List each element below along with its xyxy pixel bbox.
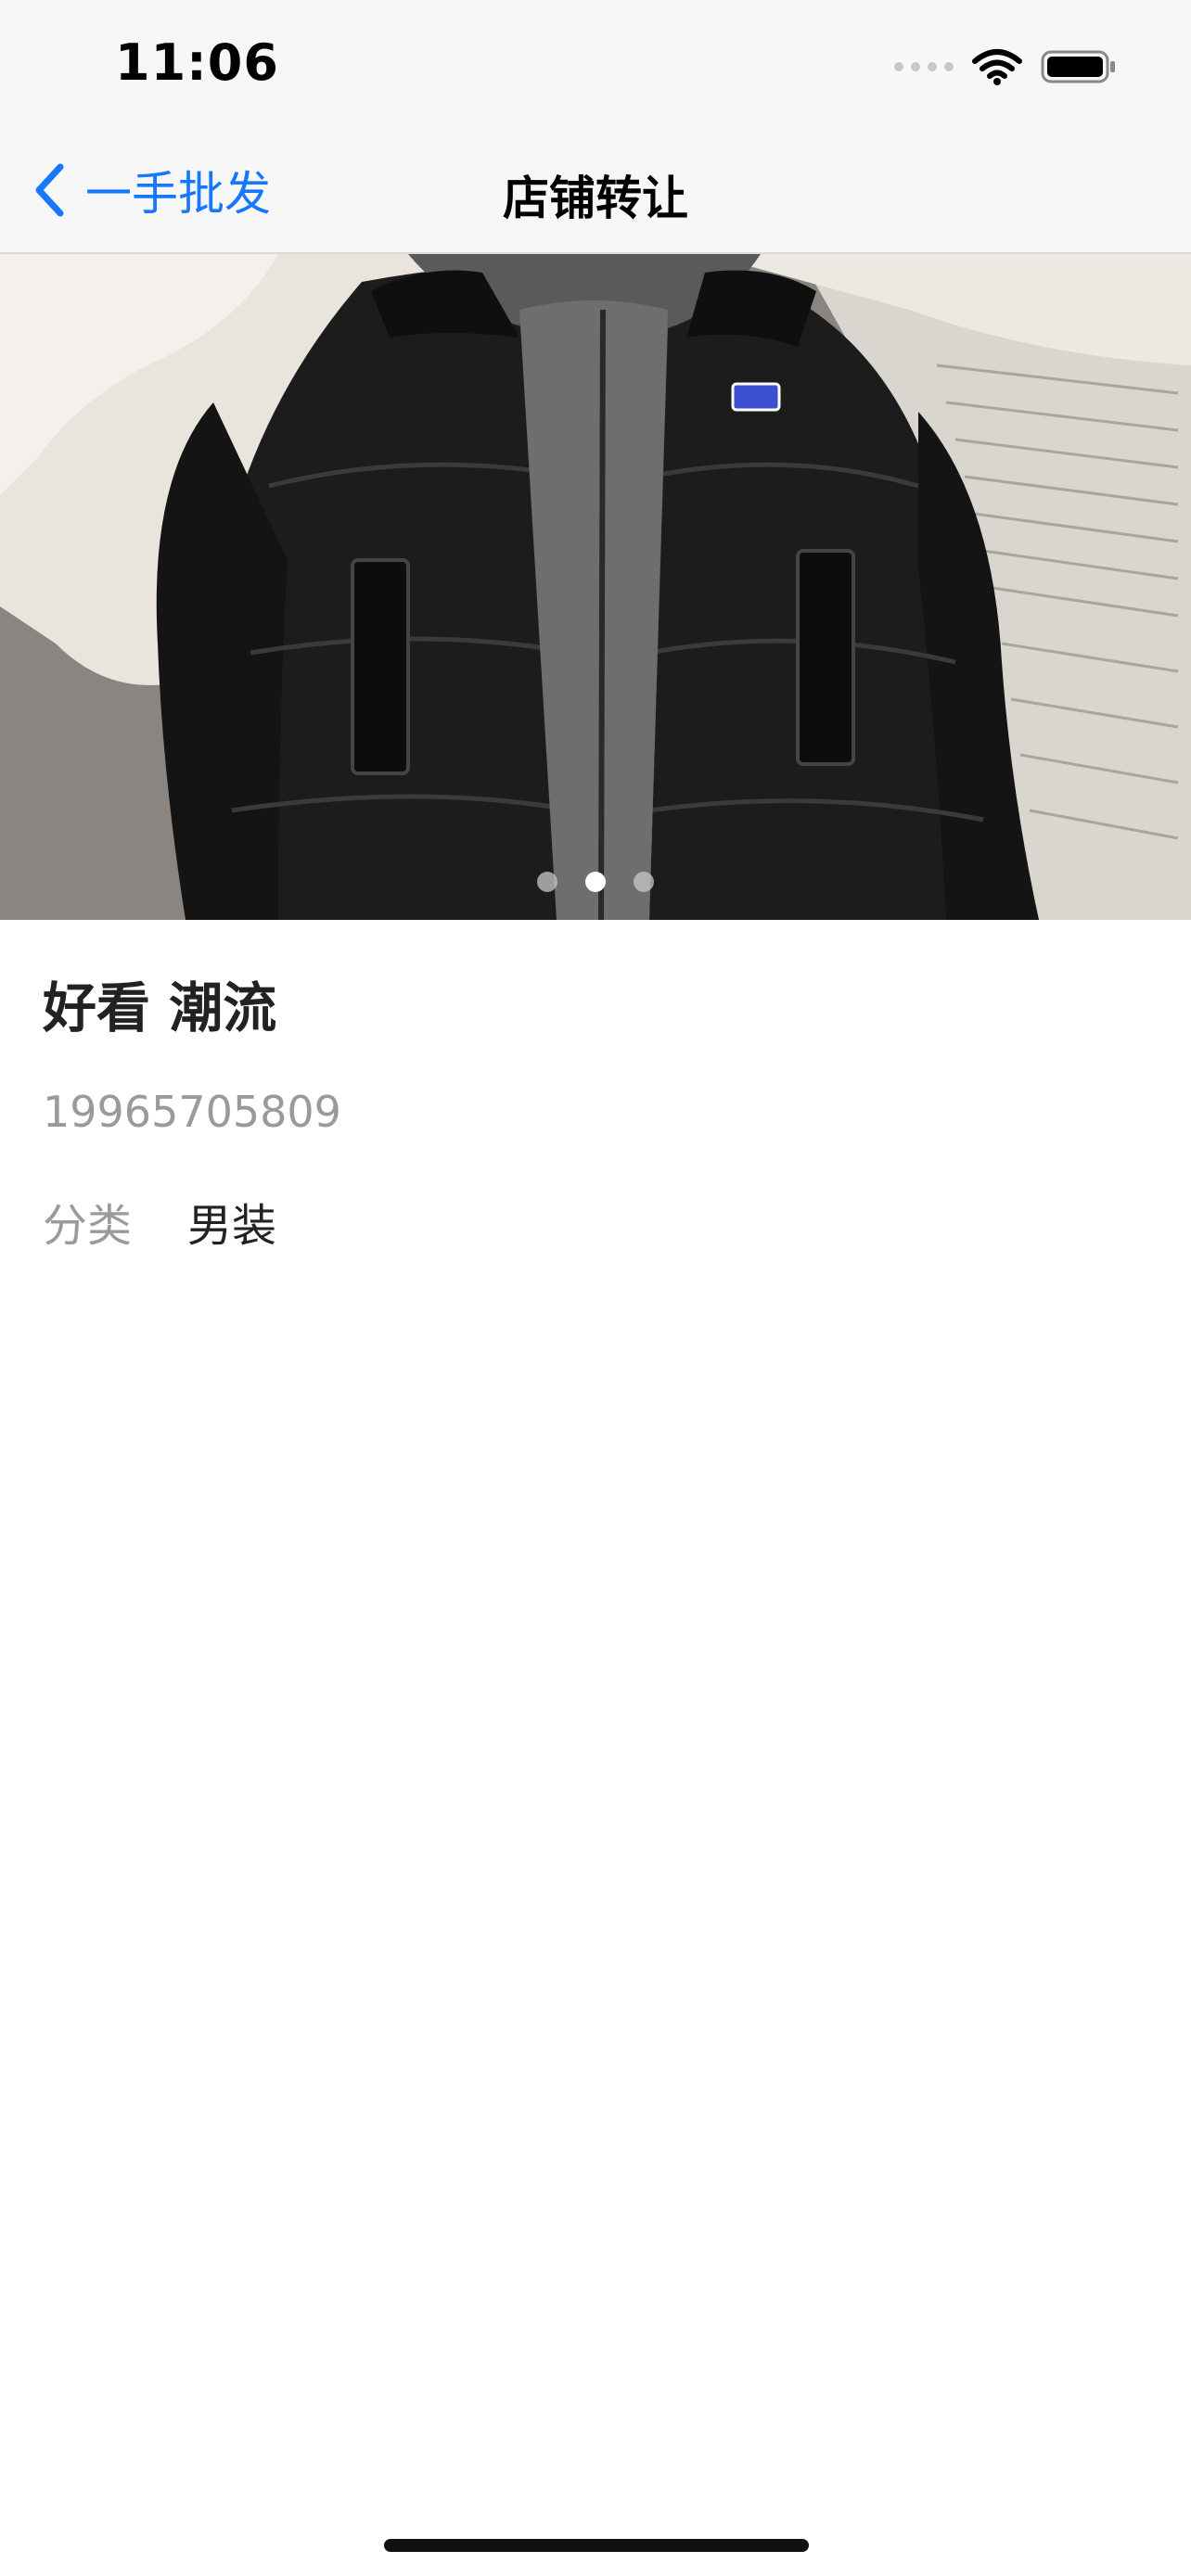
- listing-title: 好看 潮流: [43, 976, 277, 1039]
- image-carousel[interactable]: [0, 254, 1191, 920]
- carousel-dot[interactable]: [537, 872, 557, 892]
- battery-icon: [1041, 48, 1117, 85]
- carousel-page-indicator[interactable]: [0, 872, 1191, 892]
- carousel-dot-active[interactable]: [585, 872, 606, 892]
- page-title: 店铺转让: [503, 172, 688, 225]
- status-icons: [894, 48, 1117, 85]
- top-bar: 11:06 一手批发 店铺转让: [0, 0, 1191, 254]
- product-photo: [0, 254, 1191, 920]
- category-value: 男装: [187, 1200, 277, 1252]
- screen: 11:06 一手批发 店铺转让 好看 潮流 19965705809 分类 男装: [0, 0, 1191, 2576]
- listing-phone: 19965705809: [43, 1087, 341, 1137]
- status-time: 11:06: [115, 33, 279, 92]
- carousel-dot[interactable]: [634, 872, 654, 892]
- home-indicator[interactable]: [384, 2539, 809, 2552]
- listing-category-row: 分类 男装: [43, 1189, 276, 1254]
- category-label: 分类: [43, 1200, 133, 1252]
- wifi-icon: [972, 48, 1022, 85]
- cellular-signal-icon: [894, 62, 954, 71]
